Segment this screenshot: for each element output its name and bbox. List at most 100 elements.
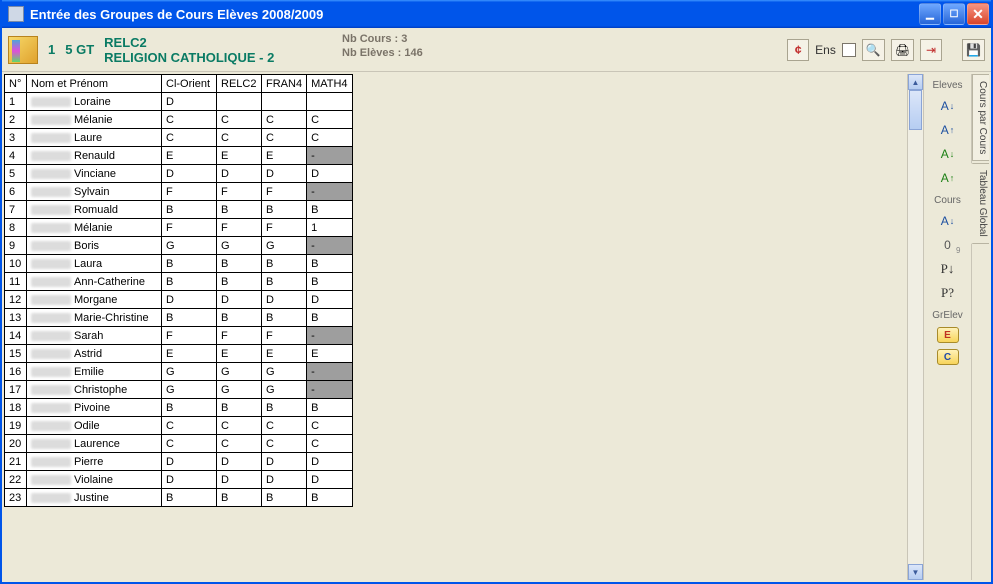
header-clorient[interactable]: Cl-Orient [162, 75, 217, 93]
cell-relc2[interactable]: F [217, 327, 262, 345]
cell-math4[interactable]: B [307, 489, 352, 507]
exit-button[interactable]: ⇥ [920, 39, 942, 61]
cell-num[interactable]: 13 [5, 309, 27, 327]
cell-name[interactable]: Laurence [27, 435, 162, 453]
table-row[interactable]: 6SylvainFFF- [5, 183, 353, 201]
cell-relc2[interactable]: B [217, 489, 262, 507]
table-row[interactable]: 14SarahFFF- [5, 327, 353, 345]
cell-fran4[interactable]: B [262, 489, 307, 507]
cell-fran4[interactable]: D [262, 165, 307, 183]
cell-fran4[interactable]: E [262, 147, 307, 165]
cell-math4[interactable]: - [307, 327, 352, 345]
cell-fran4[interactable] [262, 93, 307, 111]
cell-clorient[interactable]: B [162, 399, 217, 417]
table-row[interactable]: 4RenauldEEE- [5, 147, 353, 165]
cell-math4[interactable]: 1 [307, 219, 352, 237]
cell-relc2[interactable]: C [217, 129, 262, 147]
cell-fran4[interactable]: F [262, 183, 307, 201]
cell-name[interactable]: Violaine [27, 471, 162, 489]
table-row[interactable]: 17ChristopheGGG- [5, 381, 353, 399]
cell-clorient[interactable]: C [162, 417, 217, 435]
cell-math4[interactable]: D [307, 165, 352, 183]
cell-fran4[interactable]: C [262, 417, 307, 435]
cell-math4[interactable]: B [307, 255, 352, 273]
cell-num[interactable]: 19 [5, 417, 27, 435]
table-row[interactable]: 8MélanieFFF1 [5, 219, 353, 237]
cell-clorient[interactable]: B [162, 273, 217, 291]
cell-math4[interactable] [307, 93, 352, 111]
cell-num[interactable]: 9 [5, 237, 27, 255]
cell-clorient[interactable]: F [162, 327, 217, 345]
cell-math4[interactable]: - [307, 381, 352, 399]
cell-clorient[interactable]: D [162, 93, 217, 111]
cell-fran4[interactable]: B [262, 309, 307, 327]
cell-name[interactable]: Mélanie [27, 111, 162, 129]
cell-num[interactable]: 1 [5, 93, 27, 111]
table-row[interactable]: 23JustineBBBB [5, 489, 353, 507]
cell-num[interactable]: 21 [5, 453, 27, 471]
cell-relc2[interactable]: C [217, 435, 262, 453]
cell-name[interactable]: Sarah [27, 327, 162, 345]
cell-math4[interactable]: D [307, 471, 352, 489]
cell-fran4[interactable]: E [262, 345, 307, 363]
cell-math4[interactable]: B [307, 273, 352, 291]
cell-clorient[interactable]: C [162, 111, 217, 129]
cell-fran4[interactable]: G [262, 237, 307, 255]
table-row[interactable]: 7RomualdBBBB [5, 201, 353, 219]
cell-num[interactable]: 4 [5, 147, 27, 165]
preview-button[interactable]: 🔍 [862, 39, 885, 61]
cell-math4[interactable]: C [307, 417, 352, 435]
cell-name[interactable]: Mélanie [27, 219, 162, 237]
cell-relc2[interactable]: C [217, 111, 262, 129]
cell-clorient[interactable]: F [162, 183, 217, 201]
vertical-scrollbar[interactable]: ▲ ▼ [907, 74, 923, 580]
cell-relc2[interactable]: F [217, 183, 262, 201]
cell-name[interactable]: Justine [27, 489, 162, 507]
cell-name[interactable]: Ann-Catherine [27, 273, 162, 291]
cell-math4[interactable]: C [307, 435, 352, 453]
cell-num[interactable]: 17 [5, 381, 27, 399]
maximize-button[interactable] [943, 3, 965, 25]
cell-clorient[interactable]: G [162, 381, 217, 399]
cell-fran4[interactable]: D [262, 453, 307, 471]
cell-math4[interactable]: B [307, 201, 352, 219]
cell-num[interactable]: 18 [5, 399, 27, 417]
cell-name[interactable]: Romuald [27, 201, 162, 219]
grelev-e-button[interactable]: E [937, 327, 959, 343]
cell-num[interactable]: 20 [5, 435, 27, 453]
table-row[interactable]: 21PierreDDDD [5, 453, 353, 471]
cell-name[interactable]: Morgane [27, 291, 162, 309]
cell-relc2[interactable]: F [217, 219, 262, 237]
table-row[interactable]: 5VincianeDDDD [5, 165, 353, 183]
cell-fran4[interactable]: G [262, 381, 307, 399]
cell-math4[interactable]: D [307, 453, 352, 471]
cell-name[interactable]: Emilie [27, 363, 162, 381]
cell-name[interactable]: Laure [27, 129, 162, 147]
cell-relc2[interactable] [217, 93, 262, 111]
cell-math4[interactable]: C [307, 129, 352, 147]
eleves-sort-group-asc[interactable]: A↓ [936, 145, 960, 163]
cell-num[interactable]: 3 [5, 129, 27, 147]
cell-name[interactable]: Renauld [27, 147, 162, 165]
table-row[interactable]: 22ViolaineDDDD [5, 471, 353, 489]
close-button[interactable] [967, 3, 989, 25]
cell-num[interactable]: 22 [5, 471, 27, 489]
cell-fran4[interactable]: B [262, 201, 307, 219]
cell-fran4[interactable]: C [262, 129, 307, 147]
cell-math4[interactable]: D [307, 291, 352, 309]
ens-checkbox[interactable] [842, 43, 856, 57]
table-row[interactable]: 3LaureCCCC [5, 129, 353, 147]
header-fran4[interactable]: FRAN4 [262, 75, 307, 93]
p-down-button[interactable]: P↓ [936, 260, 960, 278]
course-folder-icon[interactable] [8, 36, 38, 64]
cell-clorient[interactable]: B [162, 255, 217, 273]
cell-num[interactable]: 10 [5, 255, 27, 273]
cell-clorient[interactable]: G [162, 363, 217, 381]
table-row[interactable]: 1LoraineD [5, 93, 353, 111]
students-table[interactable]: N° Nom et Prénom Cl-Orient RELC2 FRAN4 M… [4, 74, 353, 507]
cell-fran4[interactable]: D [262, 471, 307, 489]
cell-name[interactable]: Vinciane [27, 165, 162, 183]
eleves-sort-asc[interactable]: A↓ [936, 97, 960, 115]
table-row[interactable]: 20LaurenceCCCC [5, 435, 353, 453]
cell-relc2[interactable]: E [217, 345, 262, 363]
